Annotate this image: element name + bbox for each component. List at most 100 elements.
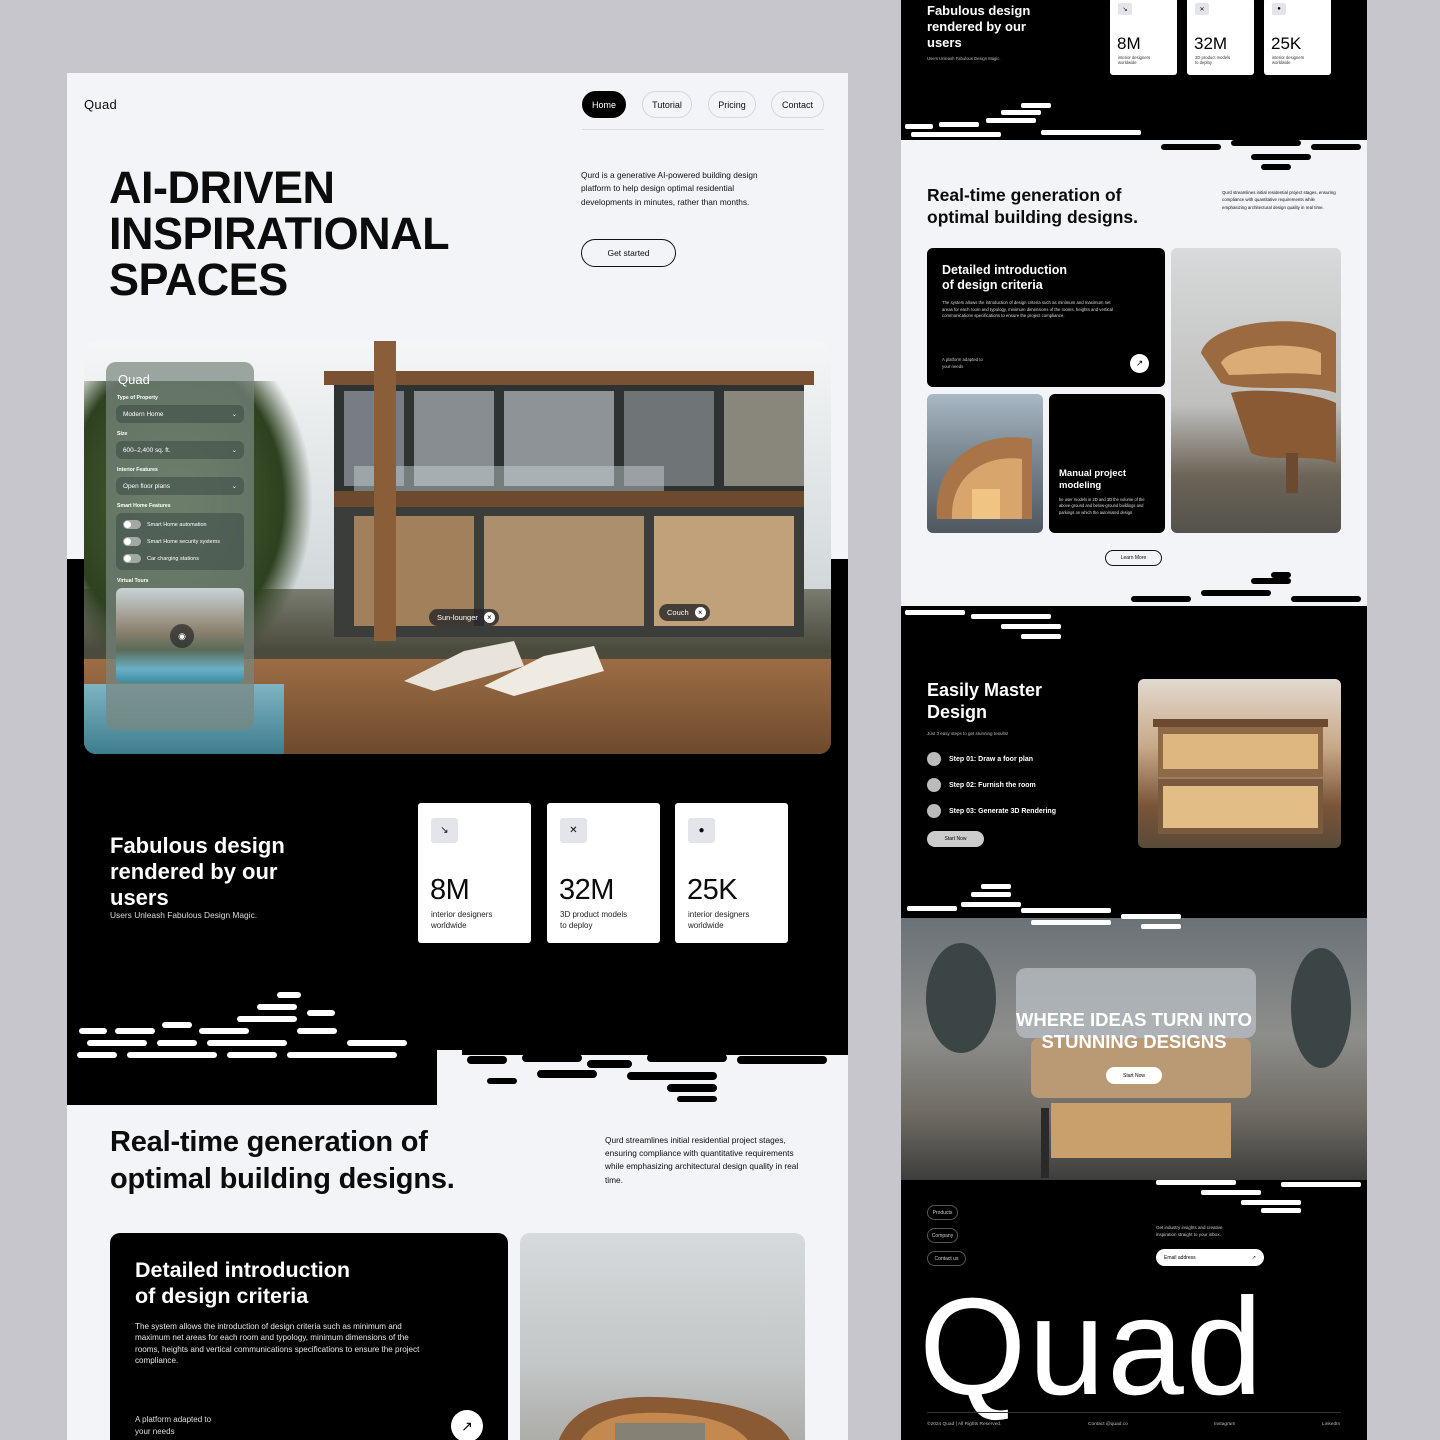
size-select[interactable]: 600–2,400 sq. ft. ⌄ [116, 441, 244, 459]
organic-tower-image [1171, 248, 1341, 533]
close-icon[interactable]: × [694, 607, 706, 618]
mini-stat-models: ✕ 32M 3D product models to deploy [1187, 0, 1254, 75]
chevron-down-icon: ⌄ [231, 447, 237, 454]
instagram-link[interactable]: Instagram [1214, 1422, 1235, 1427]
footer-link-products[interactable]: Products [927, 1205, 958, 1220]
linkedin-link[interactable]: LinkedIn [1322, 1422, 1340, 1427]
couch-label: Couch [667, 608, 689, 617]
master-title-line: Easily Master [927, 680, 1043, 700]
cursor-icon: ↘ [431, 818, 458, 843]
interior-select[interactable]: Open floor plans ⌄ [116, 477, 244, 495]
interior-label: Interior Features [117, 467, 158, 473]
nav-home[interactable]: Home [582, 91, 626, 118]
realtime-title: Real-time generation of optimal building… [110, 1124, 455, 1198]
stats-title-line: users [927, 35, 962, 50]
brand-logo[interactable]: Quad [84, 97, 117, 112]
type-value: Modern Home [123, 410, 164, 418]
realtime-section-mini: Real-time generation of optimal building… [901, 140, 1367, 606]
stat-card-designers: ↘ 8M interior designers worldwide [418, 803, 531, 943]
stat-number: 25K [1271, 34, 1302, 53]
pixel-divider-top [901, 100, 1367, 170]
stat-card-models: ✕ 32M 3D product models to deploy [547, 803, 660, 943]
expand-icon: ✕ [1195, 3, 1209, 15]
stat-number: 32M [559, 874, 614, 906]
virtual-tour-thumbnail[interactable]: ◉ [116, 588, 244, 683]
ideas-title: WHERE IDEAS TURN INTO STUNNING DESIGNS [901, 1009, 1367, 1053]
step-icon [927, 778, 941, 793]
arrow-up-right-icon[interactable]: ↗ [1130, 354, 1149, 373]
realtime-title-mini: Real-time generation of optimal building… [927, 184, 1138, 228]
master-subtitle: Just 3 easy steps to get stunning result… [927, 731, 1009, 736]
criteria-note: A platform adapted to your needs [135, 1415, 212, 1436]
stat-caption: 3D product models to deploy [560, 910, 628, 930]
stat-card-worldwide: ● 25K interior designers worldwide [675, 803, 788, 943]
toggle-automation[interactable]: Smart Home automation [116, 516, 244, 533]
stats-subtitle: Users Unleash Fabulous Design Magic. [110, 910, 258, 920]
size-label: Size [117, 431, 128, 437]
treehouse-illustration [926, 943, 1351, 1178]
close-icon[interactable]: × [483, 612, 495, 623]
organic-building-image [520, 1233, 805, 1440]
criteria-note: A platform adapted to your needs [942, 357, 983, 369]
tours-label: Virtual Tours [117, 578, 149, 584]
pixel-transition-divider [67, 992, 848, 1105]
manual-modeling-card: Manual project modeling he user models in… [1049, 394, 1165, 533]
stat-caption: interior designers worldwide [431, 910, 493, 930]
toggle-charging[interactable]: Car charging stations [116, 550, 244, 567]
toggle-switch[interactable] [123, 520, 141, 529]
start-now-button[interactable]: Start Now [927, 831, 984, 847]
type-select[interactable]: Modern Home ⌄ [116, 405, 244, 423]
contact-email-link[interactable]: Contact @quad.co [1088, 1422, 1128, 1427]
toggle-switch[interactable] [123, 554, 141, 563]
type-label: Type of Property [117, 395, 158, 401]
stats-title-line: users [110, 885, 169, 910]
master-house [1153, 719, 1328, 834]
step-3[interactable]: Step 03: Generate 3D Rendering [927, 799, 1056, 825]
hero-line-3: SPACES [109, 254, 288, 305]
pixel-divider-banner [907, 884, 1181, 929]
toggle-label: Smart Home security systems [147, 538, 221, 545]
master-design-title: Easily Master Design [927, 679, 1042, 723]
step-1[interactable]: Step 01: Draw a foor plan [927, 747, 1056, 773]
panel-logo: Quad [118, 372, 150, 387]
chevron-down-icon: ⌄ [231, 483, 237, 490]
couch-tag[interactable]: Couch × [659, 604, 710, 621]
ideas-start-button[interactable]: Start Now [1106, 1067, 1162, 1084]
stats-title-line: Fabulous design [927, 3, 1031, 18]
toggle-label: Smart Home automation [147, 521, 207, 528]
arrow-up-right-icon[interactable]: ↗ [1252, 1255, 1256, 1261]
stat-number: 8M [430, 874, 470, 906]
smart-label: Smart Home Features [117, 503, 171, 509]
organic-tower [1201, 321, 1336, 493]
nav-pricing[interactable]: Pricing [708, 91, 756, 118]
size-value: 600–2,400 sq. ft. [123, 446, 171, 454]
stat-number: 25K [687, 874, 738, 906]
mini-stat-designers: ↘ 8M interior designers worldwide [1110, 0, 1177, 75]
mini-stat-worldwide: ● 25K interior designers worldwide [1264, 0, 1331, 75]
stats-title-mini: Fabulous design rendered by our users [927, 3, 1030, 51]
toggle-switch[interactable] [123, 537, 141, 546]
realtime-title-line: optimal building designs. [110, 1163, 455, 1195]
dot-icon: ● [1272, 3, 1286, 15]
learn-more-button[interactable]: Learn More [1105, 550, 1162, 566]
step-icon [927, 752, 941, 767]
toggle-security[interactable]: Smart Home security systems [116, 533, 244, 550]
step-2[interactable]: Step 02: Furnish the room [927, 773, 1056, 799]
stats-title-line: rendered by our [110, 859, 278, 884]
get-started-button[interactable]: Get started [581, 239, 676, 267]
stats-title-line: Fabulous design [110, 833, 285, 858]
vr-headset-icon[interactable]: ◉ [170, 624, 194, 648]
realtime-description-mini: Qurd streamlines initial residential pro… [1222, 190, 1336, 210]
chevron-down-icon: ⌄ [231, 411, 237, 418]
stats-title-line: rendered by our [927, 19, 1026, 34]
criteria-title: Detailed introduction of design criteria [942, 263, 1067, 292]
criteria-body: The system allows the introduction of de… [942, 300, 1113, 318]
nav-contact[interactable]: Contact [771, 91, 824, 118]
arrow-up-right-icon[interactable]: ↗ [451, 1410, 483, 1440]
criteria-card-mini: Detailed introduction of design criteria … [927, 248, 1165, 387]
newsletter-text: Get industry insights and creative inspir… [1156, 1225, 1223, 1237]
nav-tutorial[interactable]: Tutorial [642, 91, 692, 118]
sun-lounger-tag[interactable]: Sun-lounger × [429, 609, 499, 626]
footer-link-company[interactable]: Company [927, 1228, 958, 1243]
nav-divider [582, 129, 824, 130]
